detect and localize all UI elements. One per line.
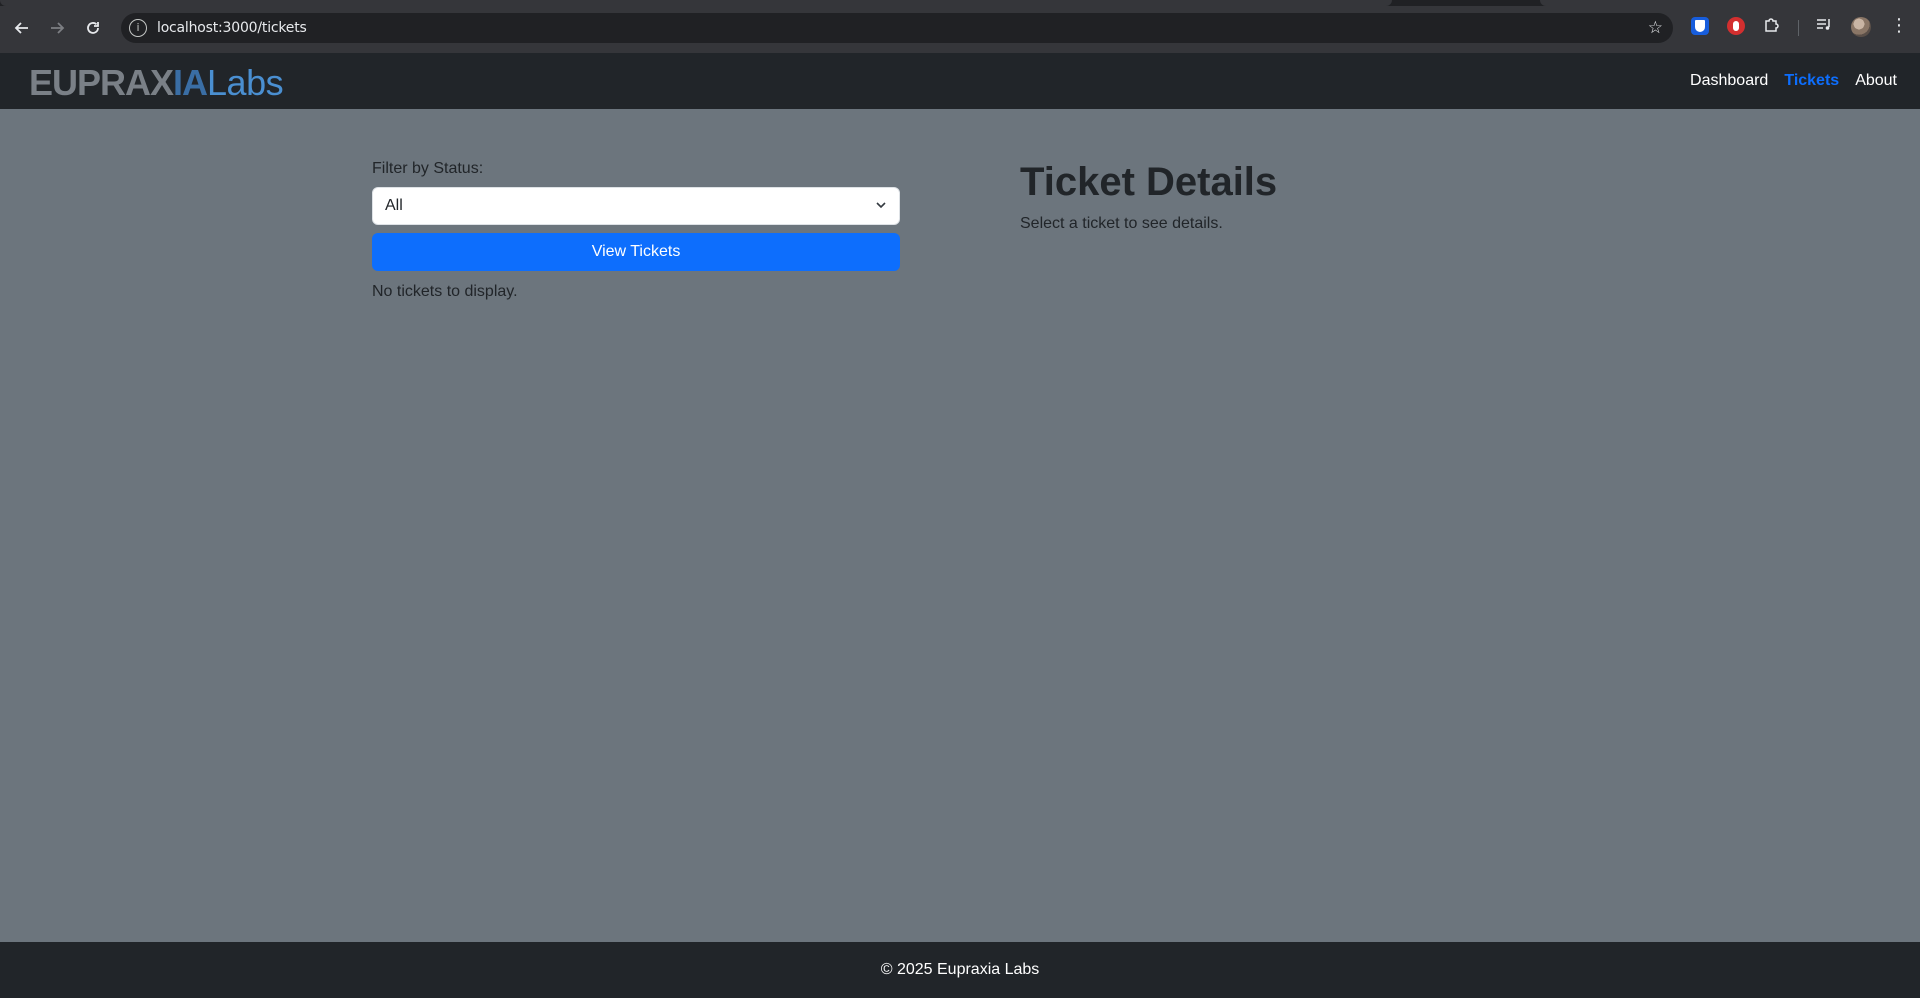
background-tab[interactable] [1540,0,1920,6]
ticket-details-placeholder: Select a ticket to see details. [1020,215,1223,232]
ticket-details-heading: Ticket Details [1020,160,1278,204]
nav-link-tickets[interactable]: Tickets [1784,72,1839,90]
toolbar-divider [1798,20,1799,36]
url-text[interactable]: localhost:3000/tickets [157,20,307,36]
ticket-list-panel: Filter by Status: All View Tickets No ti… [372,160,900,301]
bitwarden-extension-icon[interactable] [1691,17,1709,35]
bookmark-star-icon[interactable]: ☆ [1648,18,1663,38]
filter-status-label: Filter by Status: [372,160,484,177]
view-tickets-button[interactable]: View Tickets [372,233,900,271]
chrome-menu-icon[interactable]: ⋮ [1890,15,1908,36]
address-bar[interactable]: i localhost:3000/tickets ☆ [121,13,1673,43]
back-arrow-icon[interactable] [8,14,36,42]
nav-links: Dashboard Tickets About [1690,53,1897,109]
app-navbar: EUPRAXIA Labs Dashboard Tickets About [0,53,1920,109]
hand-extension-icon[interactable] [1727,17,1745,35]
logo-bold-text: EUPRAXIA [29,62,208,103]
nav-link-dashboard[interactable]: Dashboard [1690,72,1768,90]
tab-strip [0,0,1920,6]
extensions-puzzle-icon[interactable] [1763,15,1781,33]
status-filter-value: All [385,197,403,214]
eupraxia-labs-logo[interactable]: EUPRAXIA Labs [29,62,284,103]
page-footer: © 2025 Eupraxia Labs [0,942,1920,998]
browser-toolbar: i localhost:3000/tickets ☆ ⋮ [0,0,1920,53]
forward-arrow-icon[interactable] [43,14,71,42]
profile-avatar[interactable] [1851,17,1871,37]
nav-link-about[interactable]: About [1855,72,1897,90]
site-info-icon[interactable]: i [129,19,147,37]
logo-light-text: Labs [207,62,284,103]
reload-icon[interactable] [79,14,107,42]
logo-accent-text: IA [173,62,208,103]
ticket-details-panel: Ticket Details Select a ticket to see de… [1020,158,1560,233]
active-tab[interactable] [0,0,1392,6]
footer-copyright: © 2025 Eupraxia Labs [880,961,1040,978]
status-filter-select[interactable]: All [372,187,900,225]
chevron-down-icon [876,202,886,209]
no-tickets-message: No tickets to display. [372,283,518,300]
media-control-icon[interactable] [1815,15,1833,33]
